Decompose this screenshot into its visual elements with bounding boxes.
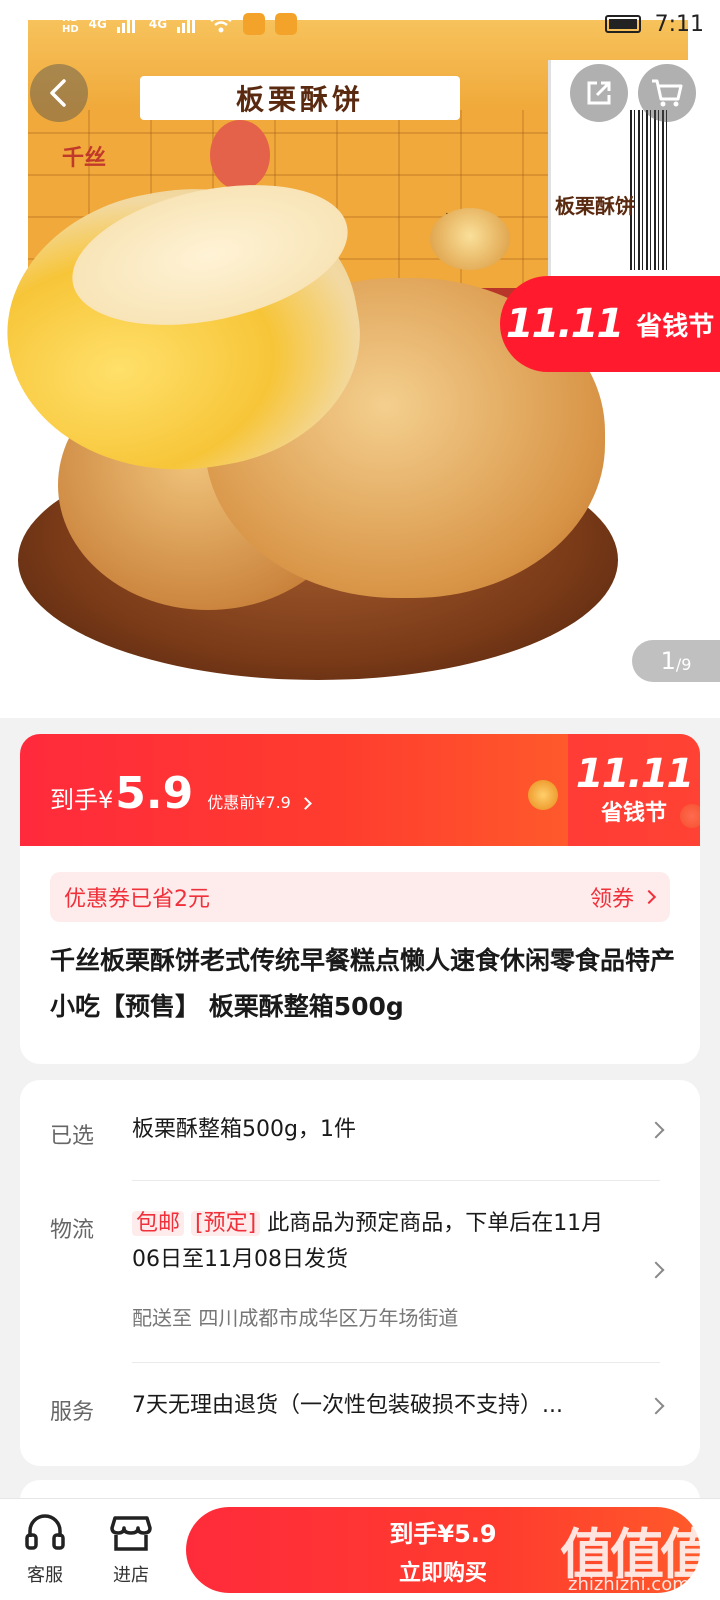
back-button[interactable] [30,64,88,122]
image-pager: 1 /9 [632,640,720,682]
box-label: 板栗酥饼 [140,76,460,120]
coupon-bar[interactable]: 优惠券已省2元 领券 [50,872,670,922]
price-value: 5.9 [115,768,194,819]
mini-cake-illustration [430,208,510,270]
chevron-left-icon [50,79,66,107]
lantern-illustration [210,120,270,190]
service-value[interactable]: 7天无理由退货（一次性包装破损不支持）... [132,1388,632,1424]
network-1-label: 4G [88,17,107,31]
claim-coupon-label: 领券 [589,887,634,912]
headset-icon [25,1514,65,1550]
service-label: 服务 [50,1400,95,1425]
spec-card: 已选 板栗酥整箱500g，1件 物流 包邮 [预定] 此商品为预定商品，下单后在… [20,1080,700,1466]
battery-icon [604,15,641,33]
app-notification-icon [243,13,266,35]
promo-1111: 11.11 [505,301,625,347]
divider [132,1362,660,1363]
share-icon [587,81,611,105]
chevron-right-icon [647,1397,665,1415]
status-right: 7:11 [604,11,704,37]
customer-service-button[interactable]: 客服 [10,1513,80,1587]
watermark-url: zhizhizhi.com [568,1574,690,1595]
price-prefix: 到手¥ [50,786,114,814]
product-info-card: 优惠券已省2元 领券 千丝板栗酥饼老式传统早餐糕点懒人速食休闲零食品特产小吃【预… [20,846,700,1064]
cart-button[interactable] [638,64,696,122]
clock: 7:11 [654,11,704,37]
coupon-text: 优惠券已省2元 [64,887,210,912]
product-title: 千丝板栗酥饼老式传统早餐糕点懒人速食休闲零食品特产小吃【预售】 板栗酥整箱500… [50,946,676,1021]
chevron-right-icon [647,1121,665,1139]
wifi-icon [210,15,232,33]
delivery-address[interactable]: 配送至 四川成都市成华区万年场街道 [132,1302,458,1331]
status-bar: HD HD 4G 4G 7:11 [0,0,720,48]
price-line: 到手¥ 5.9 优惠前¥7.9 [50,768,312,819]
logistics-value[interactable]: 包邮 [预定] 此商品为预定商品，下单后在11月06日至11月08日发货 [132,1206,622,1278]
buy-now-label: 立即购买 [398,1560,487,1586]
selected-value[interactable]: 板栗酥整箱500g，1件 [132,1112,356,1148]
divider [132,1180,660,1181]
barcode [630,110,670,270]
store-label: 进店 [113,1565,149,1586]
original-price-link[interactable]: 优惠前¥7.9 [207,789,291,813]
promo-badge: 11.11 省钱节 [500,276,720,372]
pager-total: /9 [675,654,692,674]
selected-label: 已选 [50,1124,95,1149]
status-left: HD HD 4G 4G [62,13,298,35]
box-side-text: 板栗酥饼 [555,194,635,218]
festival-1111: 11.11 [575,751,695,797]
app-notification-icon-2 [275,13,298,35]
festival-badge: 11.11 省钱节 [568,734,700,846]
presale-tag: [预定] [191,1211,261,1236]
claim-coupon-button[interactable]: 领券 [589,881,657,913]
store-button[interactable]: 进店 [96,1513,166,1587]
pager-current: 1 [660,647,676,675]
hd1-label: HD [62,13,79,24]
chevron-right-icon [647,1261,665,1279]
cart-icon [652,79,683,107]
store-icon [110,1516,152,1551]
network-2-label: 4G [148,17,168,31]
logistics-label: 物流 [50,1218,95,1243]
price-banner: 到手¥ 5.9 优惠前¥7.9 11.11 省钱节 [20,734,700,846]
hd2-label: HD [62,24,79,35]
customer-service-label: 客服 [27,1565,63,1586]
promo-text: 省钱节 [636,311,715,342]
signal-icon-2 [177,15,196,33]
chevron-right-icon [299,797,312,810]
chevron-right-icon [641,889,657,905]
share-button[interactable] [570,64,628,122]
buy-price: 到手¥5.9 [389,1519,497,1548]
hd-indicators: HD HD [62,13,79,35]
signal-icon [116,15,135,33]
festival-text: 省钱节 [600,801,667,826]
box-brand: 千丝 [62,145,107,171]
coin-decoration [528,780,558,810]
free-shipping-tag: 包邮 [132,1211,185,1236]
